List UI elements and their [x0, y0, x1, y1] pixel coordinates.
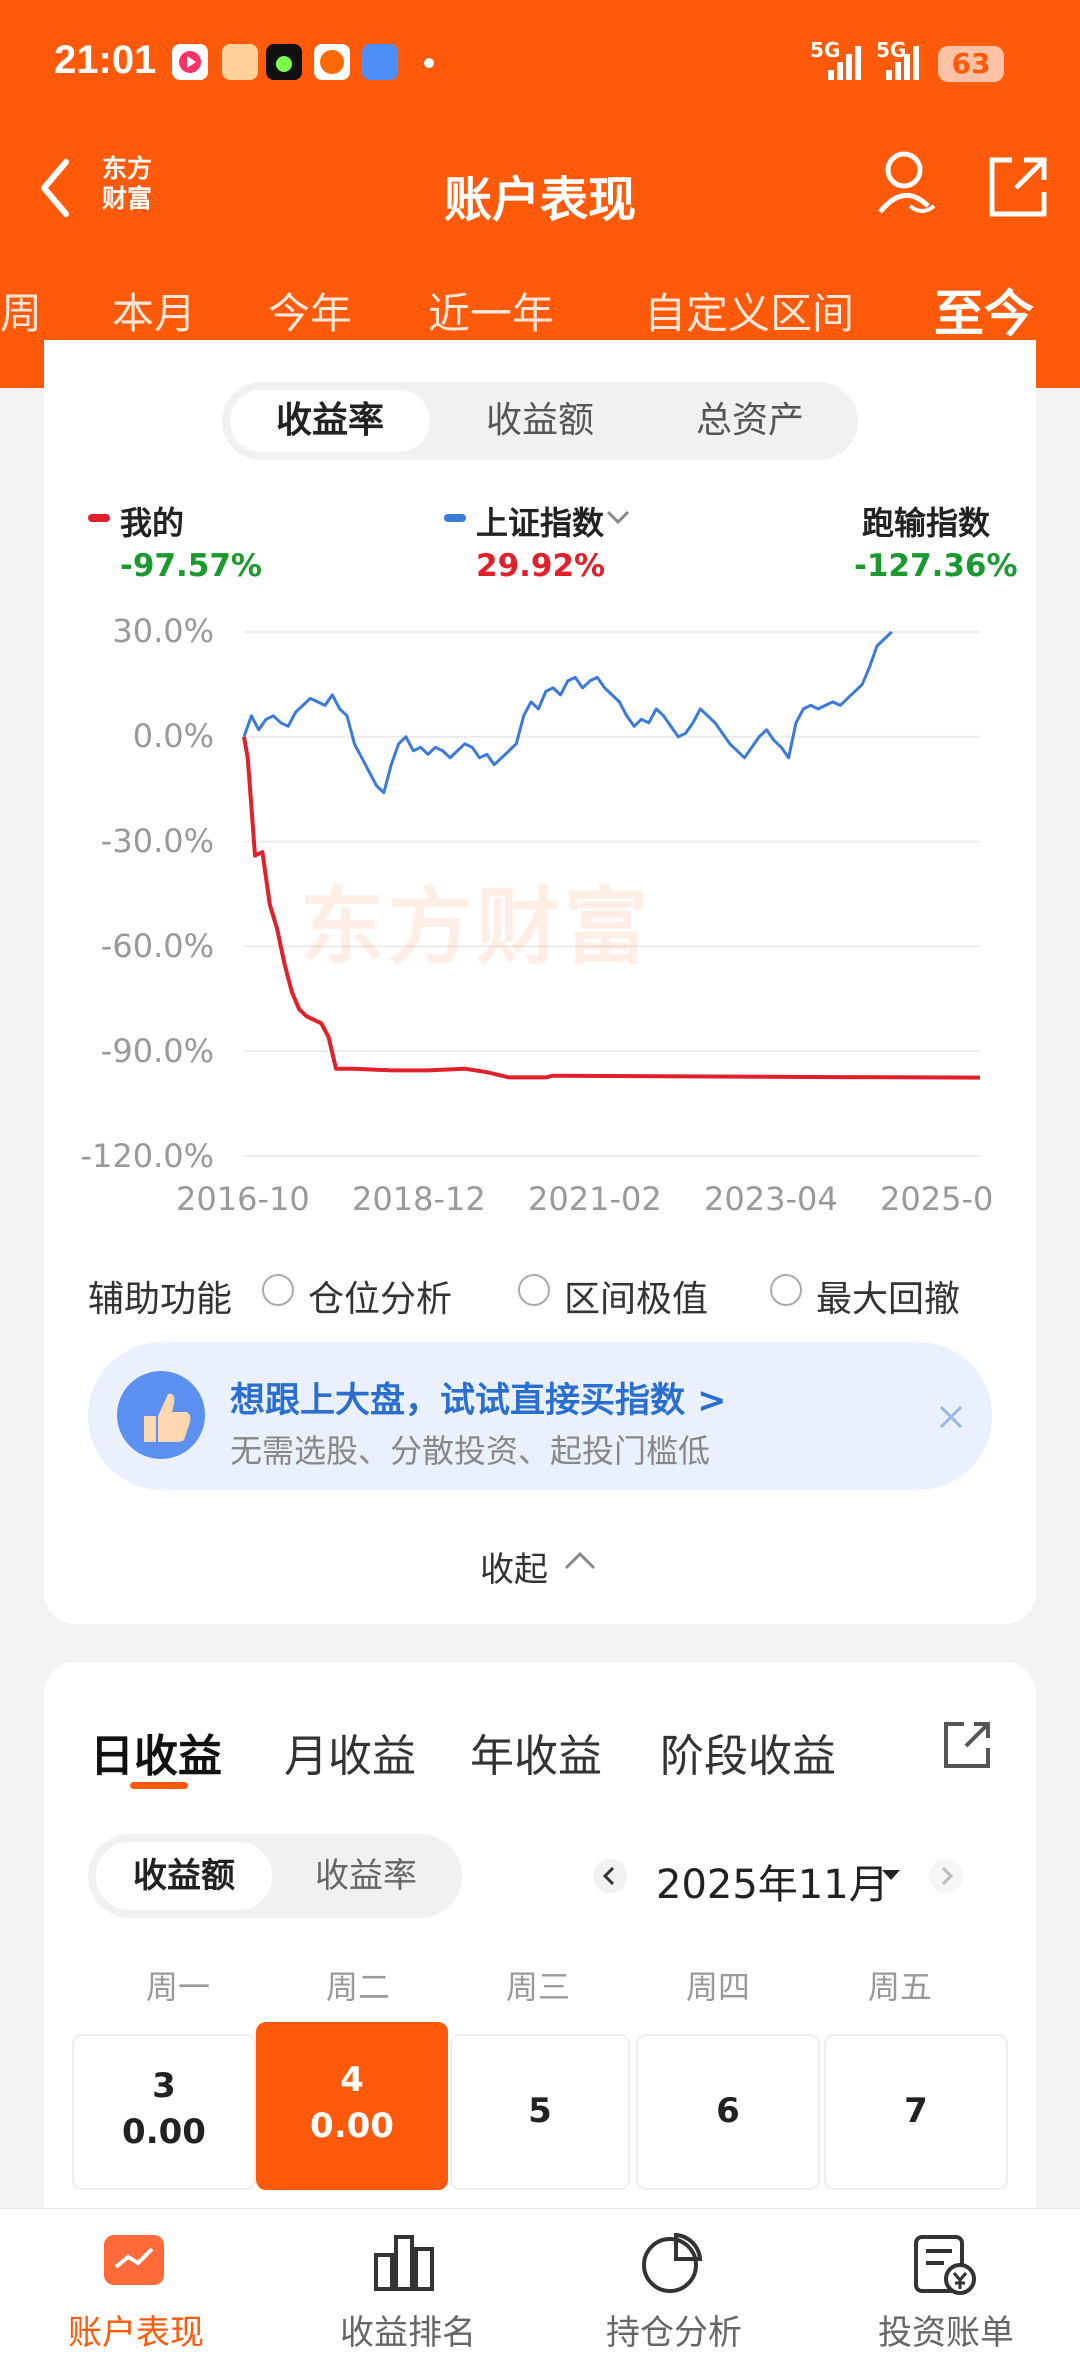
- day-number: 3: [152, 2066, 176, 2106]
- aux-option-range[interactable]: 区间极值: [564, 1270, 708, 1322]
- series-line-index: [242, 630, 893, 795]
- close-icon[interactable]: [938, 1404, 964, 1430]
- nav-account-performance[interactable]: 账户表现: [60, 2209, 210, 2376]
- return-chart: [242, 630, 981, 1157]
- calendar-day[interactable]: 5: [450, 2034, 630, 2190]
- weekday-label: 周一: [146, 1968, 211, 2006]
- prev-month-icon[interactable]: [592, 1858, 628, 1894]
- nav-profit-ranking[interactable]: 收益排名: [330, 2209, 480, 2376]
- weekday-label: 周二: [326, 1968, 391, 2006]
- watermark-logo: 东方财富: [300, 878, 653, 976]
- tab-daily-profit[interactable]: 日收益: [90, 1720, 222, 1784]
- bill-icon: [914, 2235, 976, 2295]
- chevron-up-icon: [564, 1551, 596, 1570]
- aux-label: 辅助功能: [88, 1279, 233, 1320]
- calendar-day[interactable]: 3 0.00: [72, 2034, 256, 2190]
- toggle-amount[interactable]: 收益额: [96, 1842, 272, 1910]
- tab-yearly-profit[interactable]: 年收益: [470, 1720, 602, 1784]
- radio-max-drawdown[interactable]: [770, 1274, 802, 1306]
- share-icon[interactable]: [942, 1720, 992, 1770]
- next-month-icon[interactable]: [928, 1858, 964, 1894]
- collapse-label: 收起: [480, 1550, 548, 1590]
- nav-label: 收益排名: [340, 2313, 476, 2353]
- calendar-day[interactable]: 6: [636, 2034, 820, 2190]
- nav-investment-bill[interactable]: 投资账单: [868, 2209, 1018, 2376]
- banner-title: 想跟上大盘，试试直接买指数 >: [230, 1381, 727, 1421]
- aux-option-position[interactable]: 仓位分析: [308, 1270, 452, 1322]
- pie-chart-icon: [642, 2232, 703, 2293]
- weekday-label: 周四: [686, 1968, 751, 2006]
- banner-subtitle: 无需选股、分散投资、起投门槛低: [230, 1432, 711, 1470]
- aux-option-drawdown[interactable]: 最大回撤: [816, 1270, 960, 1322]
- profit-toggle: 收益额 收益率: [88, 1834, 462, 1918]
- index-promo-banner[interactable]: 想跟上大盘，试试直接买指数 > 无需选股、分散投资、起投门槛低: [88, 1342, 992, 1490]
- weekday-label: 周三: [506, 1968, 571, 2006]
- radio-position-analysis[interactable]: [262, 1274, 294, 1306]
- toggle-rate[interactable]: 收益率: [278, 1842, 454, 1910]
- thumbs-up-icon: [117, 1371, 205, 1459]
- day-profit: 0.00: [122, 2112, 206, 2152]
- weekday-label: 周五: [868, 1968, 933, 2006]
- calendar-day-selected[interactable]: 4 0.00: [256, 2022, 448, 2190]
- radio-range-extreme[interactable]: [518, 1274, 550, 1306]
- caret-down-icon[interactable]: [880, 1868, 902, 1884]
- nav-label: 投资账单: [878, 2313, 1014, 2353]
- bottom-nav: 账户表现 收益排名 持仓分析 投资账单: [0, 2208, 1080, 2376]
- tab-stage-profit[interactable]: 阶段收益: [660, 1720, 836, 1784]
- day-number: 7: [904, 2091, 928, 2131]
- nav-label: 账户表现: [68, 2313, 204, 2353]
- nav-position-analysis[interactable]: 持仓分析: [596, 2209, 746, 2376]
- profit-tab-indicator: [130, 1782, 188, 1789]
- day-number: 4: [340, 2060, 364, 2100]
- day-number: 6: [716, 2091, 740, 2131]
- day-profit: 0.00: [310, 2106, 394, 2146]
- performance-chart-icon: [104, 2235, 164, 2285]
- calendar-day[interactable]: 7: [824, 2034, 1008, 2190]
- month-selector[interactable]: 2025年11月: [656, 1852, 889, 1910]
- day-number: 5: [528, 2091, 552, 2131]
- nav-label: 持仓分析: [606, 2313, 742, 2353]
- tab-monthly-profit[interactable]: 月收益: [284, 1720, 416, 1784]
- collapse-button[interactable]: 收起: [480, 1542, 620, 1590]
- bar-chart-icon: [374, 2235, 434, 2291]
